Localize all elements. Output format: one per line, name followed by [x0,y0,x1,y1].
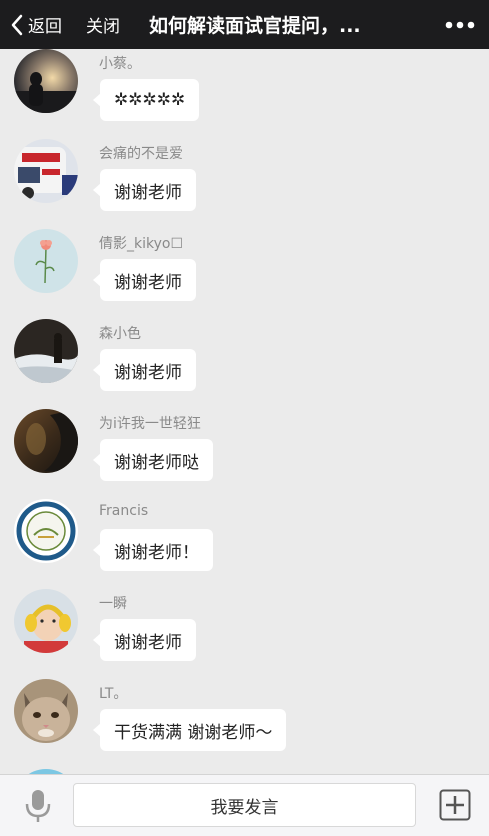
avatar-university-seal[interactable] [14,499,78,563]
sender-name: 会痛的不是爱 [99,146,183,162]
message-item: 小蔡。 ✲✲✲✲✲ [0,49,489,139]
avatar-bus-photo[interactable] [14,139,78,203]
avatar-flower[interactable] [14,229,78,293]
avatar-cat[interactable] [14,679,78,743]
message-bubble: ✲✲✲✲✲ [92,79,200,121]
sender-name: 小蔡。 [99,56,141,72]
message-bubble: 谢谢老师 [93,349,196,391]
plus-box-icon [439,789,471,821]
sender-name: 倩影_kikyo☐ [99,236,184,252]
chevron-left-icon [11,14,23,35]
message-item: Francis 谢谢老师！ [0,499,489,589]
back-label: 返回 [28,17,62,37]
message-input[interactable]: 我要发言 [73,783,416,827]
more-options-button[interactable] [445,0,475,49]
sender-name: Francis [99,503,149,519]
add-attachment-button[interactable] [439,789,471,821]
message-bubble: 谢谢老师！ [93,529,213,571]
message-bubble: 谢谢老师 [93,259,196,301]
voice-input-button[interactable] [22,789,54,823]
message-item: 倩影_kikyo☐ 谢谢老师 [0,229,489,319]
close-button[interactable]: 关闭 [86,0,120,49]
avatar-child-headphones[interactable] [14,589,78,653]
sender-name: LT。 [99,686,128,702]
top-navbar: 返回 关闭 如何解读面试官提问，... [0,0,489,49]
message-item: 森小色 谢谢老师 [0,319,489,409]
message-bubble: 干货满满 谢谢老师～ [92,709,287,751]
message-item: LT。 干货满满 谢谢老师～ [0,679,489,769]
avatar-dark-photo[interactable] [14,409,78,473]
message-bubble: 谢谢老师哒 [93,439,213,481]
microphone-icon [25,790,51,822]
sender-name: 森小色 [99,326,141,342]
message-bubble: 谢谢老师 [93,169,196,211]
input-bar: 我要发言 [0,774,489,836]
page-title: 如何解读面试官提问，... [149,15,361,37]
message-bubble: 谢谢老师 [93,619,196,661]
avatar-snow-figure[interactable] [14,319,78,383]
message-item: 一瞬 谢谢老师 [0,589,489,679]
message-item: 会痛的不是爱 谢谢老师 [0,139,489,229]
sender-name: 为i许我一世轻狂 [99,416,201,432]
more-dots-icon [445,21,475,28]
back-button[interactable]: 返回 [10,0,62,49]
message-item: 为i许我一世轻狂 谢谢老师哒 [0,409,489,499]
sender-name: 一瞬 [99,596,127,612]
avatar-sunset-silhouette[interactable] [14,49,78,113]
message-list[interactable]: 小蔡。 ✲✲✲✲✲ 会痛的不是爱 谢谢老师 倩影_kikyo☐ 谢谢老师 森小色… [0,49,489,774]
